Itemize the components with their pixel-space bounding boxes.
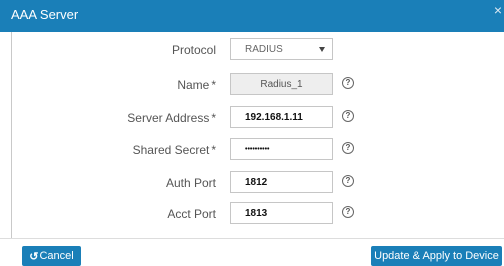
close-icon[interactable]: × bbox=[494, 3, 502, 17]
name-label: Name * bbox=[177, 78, 216, 92]
protocol-row: Protocol RADIUS bbox=[0, 38, 504, 62]
server-address-row: Server Address* ? bbox=[0, 106, 504, 130]
name-field: Radius_1 bbox=[230, 73, 333, 95]
required-mark: * bbox=[211, 143, 216, 157]
auth-port-label: Auth Port bbox=[165, 176, 216, 190]
dropdown-arrow-icon bbox=[319, 47, 325, 52]
cancel-button[interactable]: ↺ Cancel bbox=[22, 246, 81, 266]
acct-port-row: Acct Port ? bbox=[0, 202, 504, 226]
dialog-titlebar: AAA Server × bbox=[0, 0, 504, 32]
footer-divider bbox=[0, 238, 504, 239]
auth-port-input[interactable] bbox=[230, 171, 333, 193]
help-icon[interactable]: ? bbox=[342, 175, 354, 187]
dialog-title: AAA Server bbox=[11, 7, 79, 22]
protocol-label: Protocol bbox=[171, 43, 216, 57]
shared-secret-input[interactable] bbox=[230, 138, 333, 160]
acct-port-label: Acct Port bbox=[167, 207, 216, 221]
server-address-label: Server Address * bbox=[127, 111, 216, 125]
cancel-button-label: Cancel bbox=[39, 250, 74, 262]
help-icon[interactable]: ? bbox=[342, 77, 354, 89]
undo-icon: ↺ bbox=[29, 250, 39, 263]
name-row: Name * Radius_1 ? bbox=[0, 73, 504, 97]
protocol-select[interactable]: RADIUS bbox=[230, 38, 333, 60]
help-icon[interactable]: ? bbox=[342, 142, 354, 154]
update-apply-button[interactable]: Update & Apply to Device bbox=[371, 246, 502, 266]
auth-port-row: Auth Port ? bbox=[0, 171, 504, 195]
help-icon[interactable]: ? bbox=[342, 110, 354, 122]
shared-secret-row: Shared Secret* ? bbox=[0, 138, 504, 162]
help-icon[interactable]: ? bbox=[342, 206, 354, 218]
required-mark: * bbox=[211, 111, 216, 125]
required-mark: * bbox=[211, 78, 216, 92]
protocol-select-value: RADIUS bbox=[245, 44, 283, 55]
acct-port-input[interactable] bbox=[230, 202, 333, 224]
shared-secret-label: Shared Secret * bbox=[132, 143, 216, 157]
server-address-input[interactable] bbox=[230, 106, 333, 128]
